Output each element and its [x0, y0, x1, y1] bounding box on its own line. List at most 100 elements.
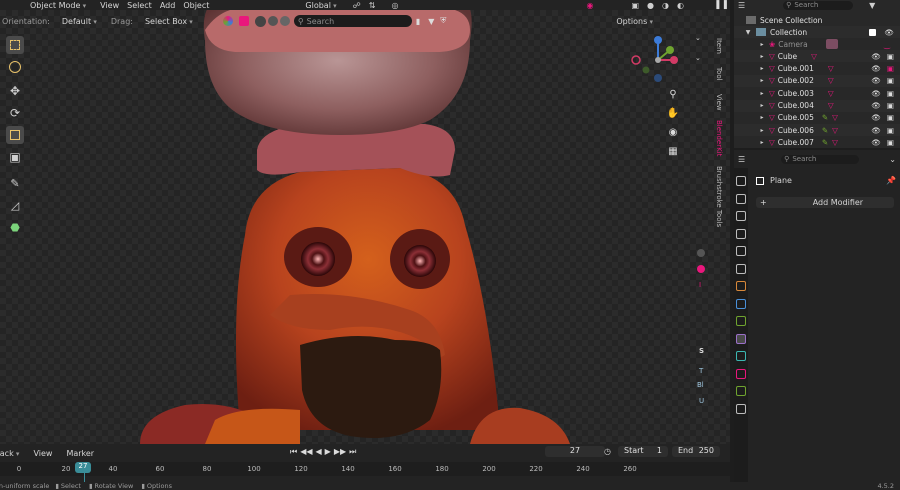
chevron-right-icon[interactable]: ▸ [758, 127, 766, 134]
jump-start-icon[interactable]: ⏮ [290, 447, 297, 457]
snap-icon[interactable]: ⇅ [369, 1, 376, 10]
collection-tab-icon[interactable] [736, 281, 746, 291]
filter-icon[interactable]: ▼ [869, 1, 875, 10]
material-tab-icon[interactable] [736, 403, 746, 414]
current-frame-field[interactable]: 27 [545, 446, 605, 457]
overlay-icon[interactable]: ◉ [586, 1, 593, 10]
eye-icon[interactable]: 👁 [871, 52, 881, 61]
view-layer-tab-icon[interactable] [736, 228, 746, 239]
prev-keyframe-icon[interactable]: ◀◀ [300, 447, 312, 457]
modifier-tab-icon[interactable] [736, 316, 746, 326]
rotate-tool[interactable]: ⟳ [6, 104, 24, 122]
xray-icon[interactable]: ▣ [631, 1, 639, 10]
jump-end-icon[interactable]: ⏭ [349, 447, 356, 457]
scene-tab-icon[interactable] [736, 246, 746, 256]
scale-tool[interactable] [6, 126, 24, 144]
end-frame-field[interactable]: End 250 [672, 446, 720, 457]
chevron-down-icon[interactable]: ⌄ [889, 155, 896, 164]
eye-icon[interactable]: 👁 [871, 138, 881, 147]
properties-search[interactable]: ⚲ Search [781, 154, 860, 164]
transform-orientation-dropdown[interactable]: Global [305, 1, 336, 10]
outliner-row-object[interactable]: ▸ ▽ Cube.004 ▽ 👁 ▣ [734, 99, 900, 112]
camera-render-icon[interactable]: ▣ [887, 89, 894, 98]
orientation-dropdown[interactable]: Default [62, 17, 97, 26]
menu-object[interactable]: Object [183, 1, 209, 10]
measure-tool[interactable]: ◿ [6, 196, 24, 214]
tab-view[interactable]: View [713, 90, 725, 114]
chevron-right-icon[interactable]: ▸ [758, 90, 766, 97]
shading-material-icon[interactable]: ◑ [662, 1, 669, 10]
cursor-tool[interactable] [6, 58, 24, 76]
menu-select[interactable]: Select [127, 1, 152, 10]
tab-brushstroke-tools[interactable]: Brushstroke Tools [713, 166, 725, 228]
eye-icon[interactable]: 👁 [871, 89, 881, 98]
tab-tool[interactable]: Tool [713, 62, 725, 86]
eye-icon[interactable]: 👁 [871, 126, 881, 135]
outliner-row-object[interactable]: ▸ ▽ Cube.007 ✎ ▽ 👁 ▣ [734, 136, 900, 148]
outliner-row-object[interactable]: ▸ ▽ Cube ▽ 👁 ▣ [734, 50, 900, 63]
timeline-menu-marker[interactable]: Marker [66, 449, 94, 458]
camera-view-button[interactable]: ◉ [667, 126, 679, 138]
outliner-row-object[interactable]: ▸ ▽ Cube.001 ▽ 👁 ▣ [734, 63, 900, 75]
chevron-right-icon[interactable]: ▸ [758, 102, 766, 109]
filter-icon[interactable]: ▼ [428, 17, 434, 26]
particles-tab-icon[interactable] [736, 333, 746, 344]
outliner-row-object[interactable]: ▸ ▽ Cube.006 ✎ ▽ 👁 ▣ [734, 124, 900, 137]
display-icon[interactable] [279, 16, 290, 26]
bookmark-icon[interactable]: ▮ [416, 17, 420, 26]
pin-icon[interactable]: 📌 [886, 176, 896, 185]
camera-render-icon[interactable]: ▣ [887, 64, 894, 73]
eye-icon[interactable]: 👁 [871, 64, 881, 73]
render-tab-icon[interactable] [736, 193, 746, 204]
chevron-right-icon[interactable]: ▸ [758, 65, 766, 72]
timeline-menu-view[interactable]: View [33, 449, 52, 458]
shading-rendered-icon[interactable]: ◐ [677, 1, 684, 10]
constraints-tab-icon[interactable] [736, 368, 746, 379]
move-tool[interactable]: ✥ [6, 82, 24, 100]
outliner-row-camera[interactable]: ▸ ❀ Camera ‿ [734, 38, 900, 50]
outliner-row-scene-collection[interactable]: Scene Collection [734, 14, 900, 26]
chevron-right-icon[interactable]: ▸ [758, 53, 766, 60]
data-tab-icon[interactable] [736, 386, 746, 396]
shield-icon[interactable]: ⛨ [440, 16, 446, 26]
pause-icon[interactable]: ❚❚ [714, 0, 729, 10]
add-modifier-button[interactable]: + Add Modifier [756, 197, 894, 208]
eye-icon[interactable]: 👁 [871, 113, 881, 122]
outliner-search[interactable]: ⚲ Search [783, 0, 854, 10]
viewport-overlay-icon[interactable] [254, 15, 266, 27]
tool-tab-icon[interactable] [736, 176, 746, 186]
zoom-button[interactable]: ⚲ [667, 88, 679, 100]
menu-view[interactable]: View [100, 1, 119, 10]
shading-solid-icon[interactable]: ● [647, 1, 654, 10]
camera-render-icon[interactable]: ▣ [887, 113, 894, 122]
options-dropdown[interactable]: Options [616, 17, 653, 26]
camera-render-icon[interactable]: ▣ [887, 52, 894, 61]
camera-render-icon[interactable]: ▣ [887, 138, 894, 147]
playhead-label[interactable]: 27 [75, 462, 91, 473]
start-frame-field[interactable]: Start 1 [618, 446, 668, 457]
outliner-row-object[interactable]: ▸ ▽ Cube.003 ▽ 👁 ▣ [734, 87, 900, 99]
annotate-tool[interactable]: ✎ [6, 174, 24, 192]
blenderkit-check-icon[interactable] [697, 265, 705, 273]
chevron-down-icon[interactable]: ⌄ [695, 54, 701, 78]
camera-render-icon[interactable]: ▣ [887, 76, 894, 85]
select-box-tool[interactable] [6, 36, 24, 54]
transform-tool[interactable]: ▣ [6, 148, 24, 166]
checkbox-icon[interactable] [869, 28, 877, 36]
output-tab-icon[interactable] [736, 211, 746, 221]
chevron-right-icon[interactable]: ▸ [758, 114, 766, 121]
physics-tab-icon[interactable] [736, 351, 746, 361]
next-keyframe-icon[interactable]: ▶▶ [334, 447, 346, 457]
gizmo-icon[interactable] [267, 16, 278, 26]
reverse-play-icon[interactable]: ◀ [316, 447, 322, 457]
eye-hidden-icon[interactable]: ‿ [884, 40, 890, 49]
outliner-row-object[interactable]: ▸ ▽ Cube.002 ▽ 👁 ▣ [734, 74, 900, 87]
eye-icon[interactable]: 👁 [871, 76, 881, 85]
tab-blenderkit[interactable]: BlenderKit [713, 118, 725, 158]
pan-button[interactable]: ✋ [667, 107, 679, 119]
outliner-editor-icon[interactable]: ☰ [738, 1, 745, 10]
chevron-down-icon[interactable]: ⌄ [695, 34, 701, 54]
properties-editor-icon[interactable]: ☰ [738, 155, 745, 164]
camera-render-icon[interactable]: ▣ [887, 101, 894, 110]
ortho-toggle-button[interactable]: ▦ [667, 145, 679, 157]
